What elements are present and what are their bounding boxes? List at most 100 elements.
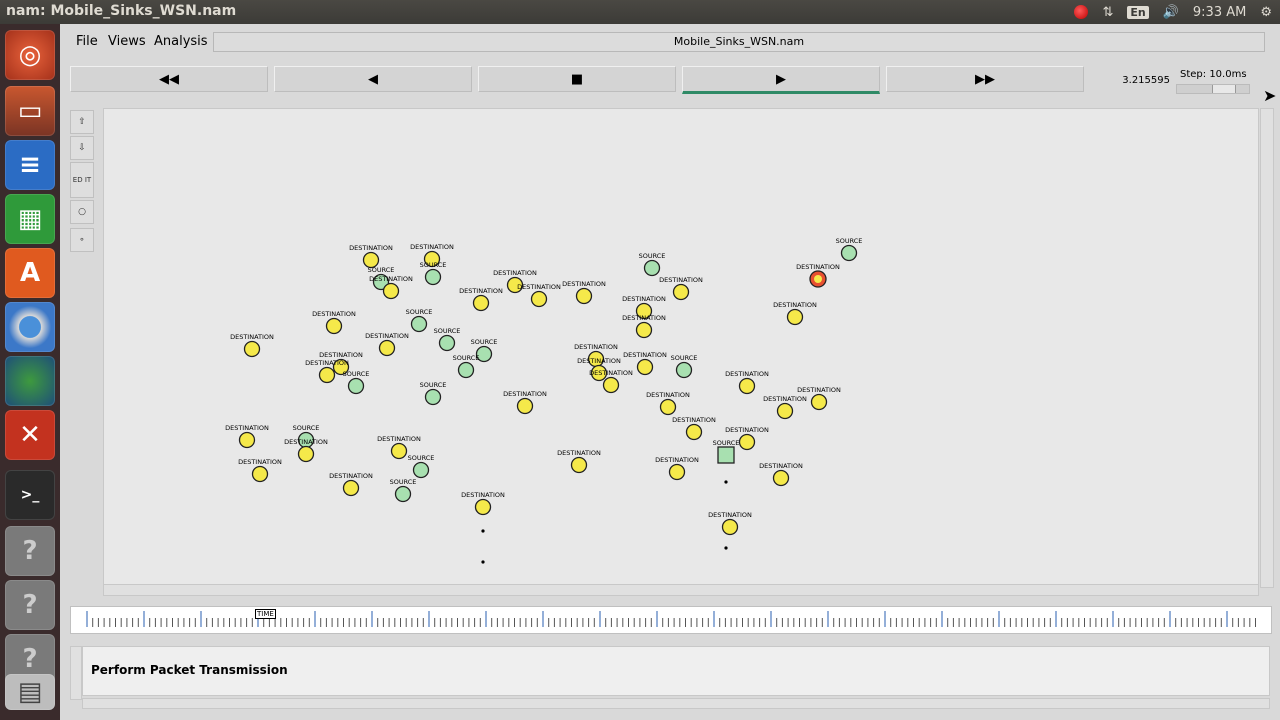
fastforward-button[interactable]: ▶▶ <box>886 66 1084 92</box>
back-button[interactable]: ◀ <box>274 66 472 92</box>
canvas-vertical-scrollbar[interactable] <box>1260 108 1274 588</box>
zoom-in-icon[interactable]: ⇧ <box>70 110 94 134</box>
source-label: SOURCE <box>343 370 370 378</box>
source-label: SOURCE <box>420 381 447 389</box>
destination-node <box>738 377 756 395</box>
destination-label: DESTINATION <box>349 244 393 252</box>
source-node <box>412 461 430 479</box>
destination-label: DESTINATION <box>759 462 803 470</box>
playback-controls: ◀◀ ◀ ■ ▶ ▶▶ <box>70 66 1084 96</box>
language-indicator[interactable]: En <box>1127 5 1149 19</box>
nam-window: File Views Analysis Mobile_Sinks_WSN.nam… <box>60 24 1280 720</box>
source-node <box>347 377 365 395</box>
play-button[interactable]: ▶ <box>682 66 880 94</box>
destination-node <box>668 463 686 481</box>
gear-icon[interactable]: ⚙ <box>1260 5 1272 20</box>
zoom-out-icon[interactable]: ⇩ <box>70 136 94 160</box>
source-label: SOURCE <box>836 237 863 245</box>
destination-label: DESTINATION <box>589 369 633 377</box>
clock[interactable]: 9:33 AM <box>1193 5 1246 20</box>
source-node <box>675 361 693 379</box>
message-horizontal-scrollbar[interactable] <box>82 698 1270 709</box>
destination-label: DESTINATION <box>725 426 769 434</box>
destination-label: DESTINATION <box>365 332 409 340</box>
destination-label: DESTINATION <box>305 359 349 367</box>
destination-label: DESTINATION <box>672 416 716 424</box>
destination-label: DESTINATION <box>773 301 817 309</box>
destination-node <box>636 358 654 376</box>
calc-icon[interactable]: ▦ <box>5 194 55 244</box>
destination-node <box>382 282 400 300</box>
destination-node <box>474 498 492 516</box>
software-center-icon[interactable]: A <box>5 248 55 298</box>
step-slider[interactable] <box>1176 84 1250 94</box>
destination-node <box>238 431 256 449</box>
network-canvas[interactable]: DESTINATION DESTINATION SOURCE SOURCE DESTIN… <box>103 108 1259 585</box>
globe-icon[interactable] <box>5 356 55 406</box>
packet-dot <box>481 529 485 533</box>
source-label: SOURCE <box>420 261 447 269</box>
packet-dot <box>724 480 728 484</box>
destination-label: DESTINATION <box>797 386 841 394</box>
menubar: File Views Analysis Mobile_Sinks_WSN.nam <box>60 24 1280 58</box>
printer-icon[interactable]: ▤ <box>5 674 55 710</box>
destination-label: DESTINATION <box>708 511 752 519</box>
packet-dot <box>481 560 485 564</box>
ubuntu-logo-icon[interactable]: ◎ <box>5 30 55 80</box>
destination-label: DESTINATION <box>461 491 505 499</box>
message-vertical-scrollbar[interactable] <box>70 646 82 700</box>
source-label: SOURCE <box>453 354 480 362</box>
stop-button[interactable]: ■ <box>478 66 676 92</box>
destination-node <box>318 366 336 384</box>
menu-views[interactable]: Views <box>108 34 146 49</box>
timeline-ticks <box>86 611 1256 627</box>
circle-tool-icon[interactable]: ○ <box>70 200 94 224</box>
destination-label: DESTINATION <box>312 310 356 318</box>
settings-icon[interactable]: ✕ <box>5 410 55 460</box>
files-icon[interactable]: ▭ <box>5 86 55 136</box>
small-circle-tool-icon[interactable]: ∘ <box>70 228 94 252</box>
terminal-icon[interactable]: >_ <box>5 470 55 520</box>
source-node <box>424 388 442 406</box>
destination-node <box>635 321 653 339</box>
timeline-marker[interactable]: TIME <box>255 609 276 619</box>
chromium-icon[interactable] <box>5 302 55 352</box>
source-label: SOURCE <box>713 439 740 447</box>
network-arrows-icon[interactable]: ⇅ <box>1102 5 1113 20</box>
edit-button[interactable]: ED IT <box>70 162 94 198</box>
destination-label: DESTINATION <box>622 314 666 322</box>
source-label: SOURCE <box>639 252 666 260</box>
destination-node <box>602 376 620 394</box>
source-node <box>410 315 428 333</box>
destination-node <box>786 308 804 326</box>
mouse-cursor-icon: ➤ <box>1263 86 1277 105</box>
canvas-horizontal-scrollbar[interactable] <box>103 584 1259 596</box>
destination-node <box>721 518 739 536</box>
system-tray: ⇅ En 🔊 9:33 AM ⚙ <box>1074 0 1272 24</box>
destination-label: DESTINATION <box>377 435 421 443</box>
help-icon[interactable]: ? <box>5 580 55 630</box>
menu-analysis[interactable]: Analysis <box>154 34 208 49</box>
source-label: SOURCE <box>671 354 698 362</box>
destination-label: DESTINATION <box>319 351 363 359</box>
top-panel: nam: Mobile_Sinks_WSN.nam ⇅ En 🔊 9:33 AM… <box>0 0 1280 24</box>
help-icon[interactable]: ? <box>5 526 55 576</box>
destination-label: DESTINATION <box>284 438 328 446</box>
destination-node <box>738 433 756 451</box>
destination-label: DESTINATION <box>459 287 503 295</box>
volume-icon[interactable]: 🔊 <box>1163 5 1179 20</box>
source-node <box>424 268 442 286</box>
menu-file[interactable]: File <box>76 34 98 49</box>
destination-label: DESTINATION <box>725 370 769 378</box>
destination-node <box>810 393 828 411</box>
rewind-button[interactable]: ◀◀ <box>70 66 268 92</box>
writer-icon[interactable]: ≡ <box>5 140 55 190</box>
destination-label: DESTINATION <box>410 243 454 251</box>
message-area: Perform Packet Transmission <box>82 646 1270 696</box>
timeline-slider[interactable]: TIME <box>70 606 1272 634</box>
source-label: SOURCE <box>471 338 498 346</box>
record-icon[interactable] <box>1074 5 1089 19</box>
destination-label: DESTINATION <box>230 333 274 341</box>
step-slider-thumb[interactable] <box>1212 85 1236 93</box>
source-node <box>457 361 475 379</box>
